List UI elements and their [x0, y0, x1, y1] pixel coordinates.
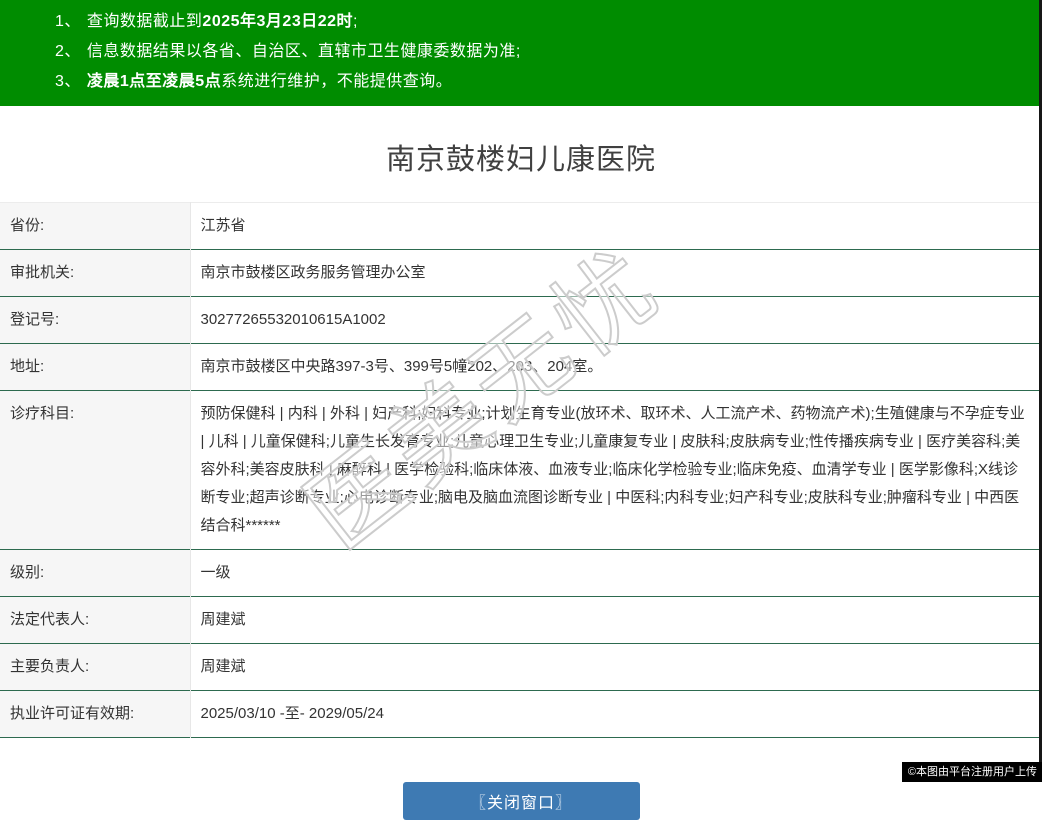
field-label: 级别:	[0, 550, 190, 597]
field-value: 2025/03/10 -至- 2029/05/24	[190, 691, 1042, 738]
table-row-level: 级别: 一级	[0, 550, 1042, 597]
table-row-approval-authority: 审批机关: 南京市鼓楼区政务服务管理办公室	[0, 250, 1042, 297]
notice-item-text: ;	[353, 13, 358, 30]
field-label: 省份:	[0, 203, 190, 250]
field-value: 周建斌	[190, 597, 1042, 644]
notice-item-bold: 凌晨1点至凌晨5点	[87, 73, 221, 90]
table-row-license-validity: 执业许可证有效期: 2025/03/10 -至- 2029/05/24	[0, 691, 1042, 738]
field-label: 主要负责人:	[0, 644, 190, 691]
field-value: 南京市鼓楼区中央路397-3号、399号5幢202、203、204室。	[190, 344, 1042, 391]
field-value: 30277265532010615A1002	[190, 297, 1042, 344]
field-label: 审批机关:	[0, 250, 190, 297]
notice-item-text: 系统进行维护，不能提供查询。	[221, 73, 452, 90]
field-value: 周建斌	[190, 644, 1042, 691]
notice-item-text: 查询数据截止到	[87, 13, 203, 30]
table-row-address: 地址: 南京市鼓楼区中央路397-3号、399号5幢202、203、204室。	[0, 344, 1042, 391]
field-label: 地址:	[0, 344, 190, 391]
notice-banner: 1、查询数据截止到2025年3月23日22时; 2、信息数据结果以各省、自治区、…	[0, 0, 1042, 106]
notice-item-3: 3、凌晨1点至凌晨5点系统进行维护，不能提供查询。	[55, 67, 1042, 97]
field-label: 诊疗科目:	[0, 391, 190, 550]
field-label: 法定代表人:	[0, 597, 190, 644]
notice-item-bold: 2025年3月23日22时	[202, 13, 353, 30]
table-row-legal-representative: 法定代表人: 周建斌	[0, 597, 1042, 644]
notice-item-2: 2、信息数据结果以各省、自治区、直辖市卫生健康委数据为准;	[55, 37, 1042, 67]
notice-list: 1、查询数据截止到2025年3月23日22时; 2、信息数据结果以各省、自治区、…	[0, 7, 1042, 97]
notice-item-number: 3、	[55, 73, 81, 90]
field-value: 江苏省	[190, 203, 1042, 250]
notice-item-number: 1、	[55, 13, 81, 30]
field-value: 预防保健科 | 内科 | 外科 | 妇产科;妇科专业;计划生育专业(放环术、取环…	[190, 391, 1042, 550]
field-label: 登记号:	[0, 297, 190, 344]
field-value: 南京市鼓楼区政务服务管理办公室	[190, 250, 1042, 297]
close-window-button[interactable]: 〖关闭窗口〗	[403, 782, 640, 820]
table-row-province: 省份: 江苏省	[0, 203, 1042, 250]
field-label: 执业许可证有效期:	[0, 691, 190, 738]
upload-attribution-badge: ©本图由平台注册用户上传	[902, 762, 1042, 782]
table-row-main-person-in-charge: 主要负责人: 周建斌	[0, 644, 1042, 691]
table-row-registration-number: 登记号: 30277265532010615A1002	[0, 297, 1042, 344]
page-title: 南京鼓楼妇儿康医院	[0, 136, 1042, 178]
hospital-info-table: 省份: 江苏省 审批机关: 南京市鼓楼区政务服务管理办公室 登记号: 30277…	[0, 202, 1042, 738]
field-value: 一级	[190, 550, 1042, 597]
table-row-medical-subjects: 诊疗科目: 预防保健科 | 内科 | 外科 | 妇产科;妇科专业;计划生育专业(…	[0, 391, 1042, 550]
notice-item-number: 2、	[55, 43, 81, 60]
notice-item-1: 1、查询数据截止到2025年3月23日22时;	[55, 7, 1042, 37]
notice-item-text: 信息数据结果以各省、自治区、直辖市卫生健康委数据为准;	[87, 43, 521, 60]
